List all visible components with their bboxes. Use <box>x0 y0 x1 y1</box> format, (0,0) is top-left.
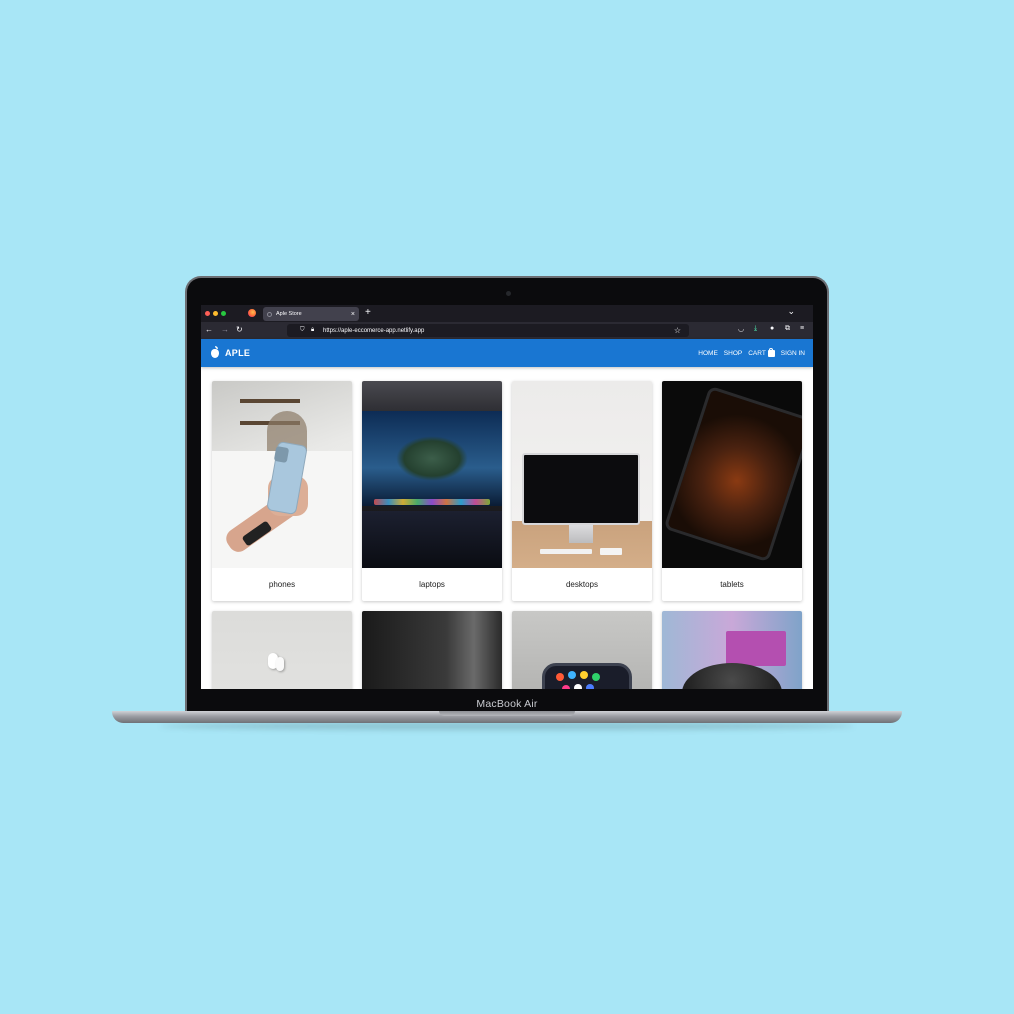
arrow-left-icon[interactable]: ← <box>205 325 213 334</box>
arrow-right-icon[interactable]: → <box>221 325 229 334</box>
laptop-notch <box>439 711 575 716</box>
tab-favicon-icon <box>267 311 272 317</box>
category-title: tablets <box>720 580 744 589</box>
nav-shop-link[interactable]: SHOP <box>724 350 742 357</box>
url-bar[interactable]: ⛉ 🔒︎ https://aple-eccomerce-app.netlify.… <box>287 324 689 337</box>
category-image-watches <box>512 611 652 689</box>
category-image-airpods <box>212 611 352 689</box>
star-icon[interactable]: ☆ <box>674 326 681 335</box>
firefox-view-icon[interactable] <box>248 309 256 317</box>
category-image-phones <box>212 381 352 568</box>
lock-icon[interactable]: 🔒︎ <box>311 327 314 334</box>
url-text[interactable]: https://aple-eccomerce-app.netlify.app <box>323 328 424 334</box>
nav-sign-in-link[interactable]: SIGN IN <box>781 350 805 357</box>
category-title: desktops <box>565 580 599 589</box>
category-image-tablets <box>662 381 802 568</box>
category-image-desktops <box>512 381 652 568</box>
category-card-homepod[interactable] <box>662 611 802 689</box>
category-image-homepod <box>662 611 802 689</box>
webcam <box>506 291 511 296</box>
reload-icon[interactable]: ↻ <box>236 325 243 334</box>
browser-tab-bar: Aple Store × + ⌄ <box>201 305 813 322</box>
tab-title: Aple Store <box>276 311 302 317</box>
category-grid: phones laptops desktops tablets <box>201 367 813 689</box>
category-image-dark <box>362 611 502 689</box>
window-close-button[interactable] <box>205 311 210 316</box>
site-header: APLE HOME SHOP CART SIGN IN <box>201 339 813 367</box>
browser-nav-bar: ← → ↻ ⛉ 🔒︎ https://aple-eccomerce-app.ne… <box>201 322 813 339</box>
category-card-phones[interactable]: phones <box>212 381 352 601</box>
category-card-tablets[interactable]: tablets <box>662 381 802 601</box>
nav-cart-link[interactable]: CART <box>748 347 775 357</box>
brand-name[interactable]: APLE <box>225 348 250 358</box>
window-minimize-button[interactable] <box>213 311 218 316</box>
tab-close-icon[interactable]: × <box>351 311 355 318</box>
category-card-dark[interactable] <box>362 611 502 689</box>
category-card-laptops[interactable]: laptops <box>362 381 502 601</box>
nav-cart-label: CART <box>748 349 766 357</box>
category-card-watches[interactable] <box>512 611 652 689</box>
category-image-laptops <box>362 381 502 568</box>
category-title: phones <box>268 580 296 589</box>
pocket-icon[interactable]: ◡ <box>738 325 744 333</box>
browser-window: Aple Store × + ⌄ ← → ↻ ⛉ 🔒︎ https://aple… <box>201 305 813 689</box>
download-icon[interactable]: ⤓ <box>754 325 757 333</box>
shopping-bag-icon <box>767 347 775 357</box>
device-label: MacBook Air <box>476 697 538 710</box>
nav-home-link[interactable]: HOME <box>698 350 718 357</box>
browser-tab-active[interactable]: Aple Store × <box>263 307 359 321</box>
hamburger-icon[interactable]: ≡ <box>800 325 804 332</box>
chevron-down-icon[interactable]: ⌄ <box>787 306 795 317</box>
account-icon[interactable]: ● <box>770 325 774 332</box>
apple-logo-icon[interactable] <box>211 345 219 358</box>
window-zoom-button[interactable] <box>221 311 226 316</box>
laptop-base <box>112 711 902 723</box>
category-title: laptops <box>419 580 445 589</box>
puzzle-icon[interactable]: ⧉ <box>785 325 790 333</box>
new-tab-button[interactable]: + <box>365 307 371 318</box>
category-card-desktops[interactable]: desktops <box>512 381 652 601</box>
laptop-lid: Aple Store × + ⌄ ← → ↻ ⛉ 🔒︎ https://aple… <box>185 276 829 716</box>
category-card-airpods[interactable] <box>212 611 352 689</box>
main-menu: HOME SHOP CART SIGN IN <box>698 347 805 357</box>
laptop-shadow <box>160 722 854 730</box>
shield-icon[interactable]: ⛉ <box>300 327 305 334</box>
